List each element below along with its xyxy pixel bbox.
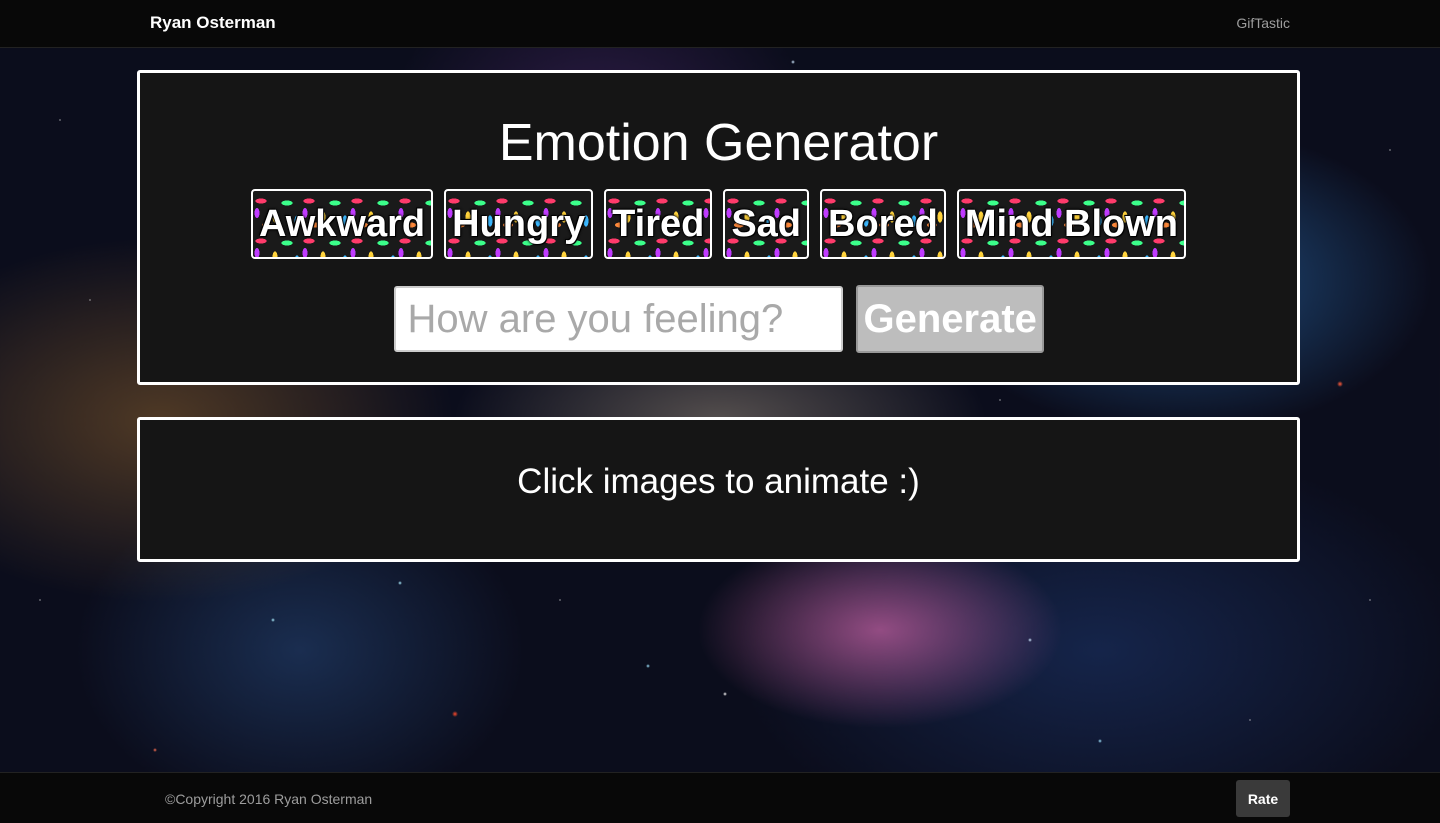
emotion-button-tired[interactable]: Tired (604, 189, 713, 259)
top-navbar: Ryan Osterman GifTastic (0, 0, 1440, 48)
emotion-button-bored[interactable]: Bored (820, 189, 946, 259)
nav-link-giftastic[interactable]: GifTastic (1236, 15, 1290, 31)
emotion-button-sad[interactable]: Sad (723, 189, 810, 259)
rate-button[interactable]: Rate (1236, 780, 1290, 817)
footer: ©Copyright 2016 Ryan Osterman Rate (0, 772, 1440, 823)
emotion-button-row: Awkward Hungry Tired Sad Bored Mind Blow… (140, 189, 1297, 259)
brand-link[interactable]: Ryan Osterman (150, 13, 276, 33)
generate-button[interactable]: Generate (855, 285, 1044, 353)
results-panel: Click images to animate :) (137, 417, 1300, 562)
page-title: Emotion Generator (498, 114, 939, 172)
emotion-button-awkward[interactable]: Awkward (250, 189, 434, 259)
copyright-text: ©Copyright 2016 Ryan Osterman (165, 791, 373, 807)
search-row: Generate (140, 285, 1297, 353)
emotion-search-input[interactable] (393, 286, 843, 352)
emotion-button-mind-blown[interactable]: Mind Blown (956, 189, 1187, 259)
emotion-button-hungry[interactable]: Hungry (444, 189, 594, 259)
generator-panel: Emotion Generator Awkward Hungry Tired S… (137, 70, 1300, 385)
animate-hint: Click images to animate :) (517, 462, 920, 501)
